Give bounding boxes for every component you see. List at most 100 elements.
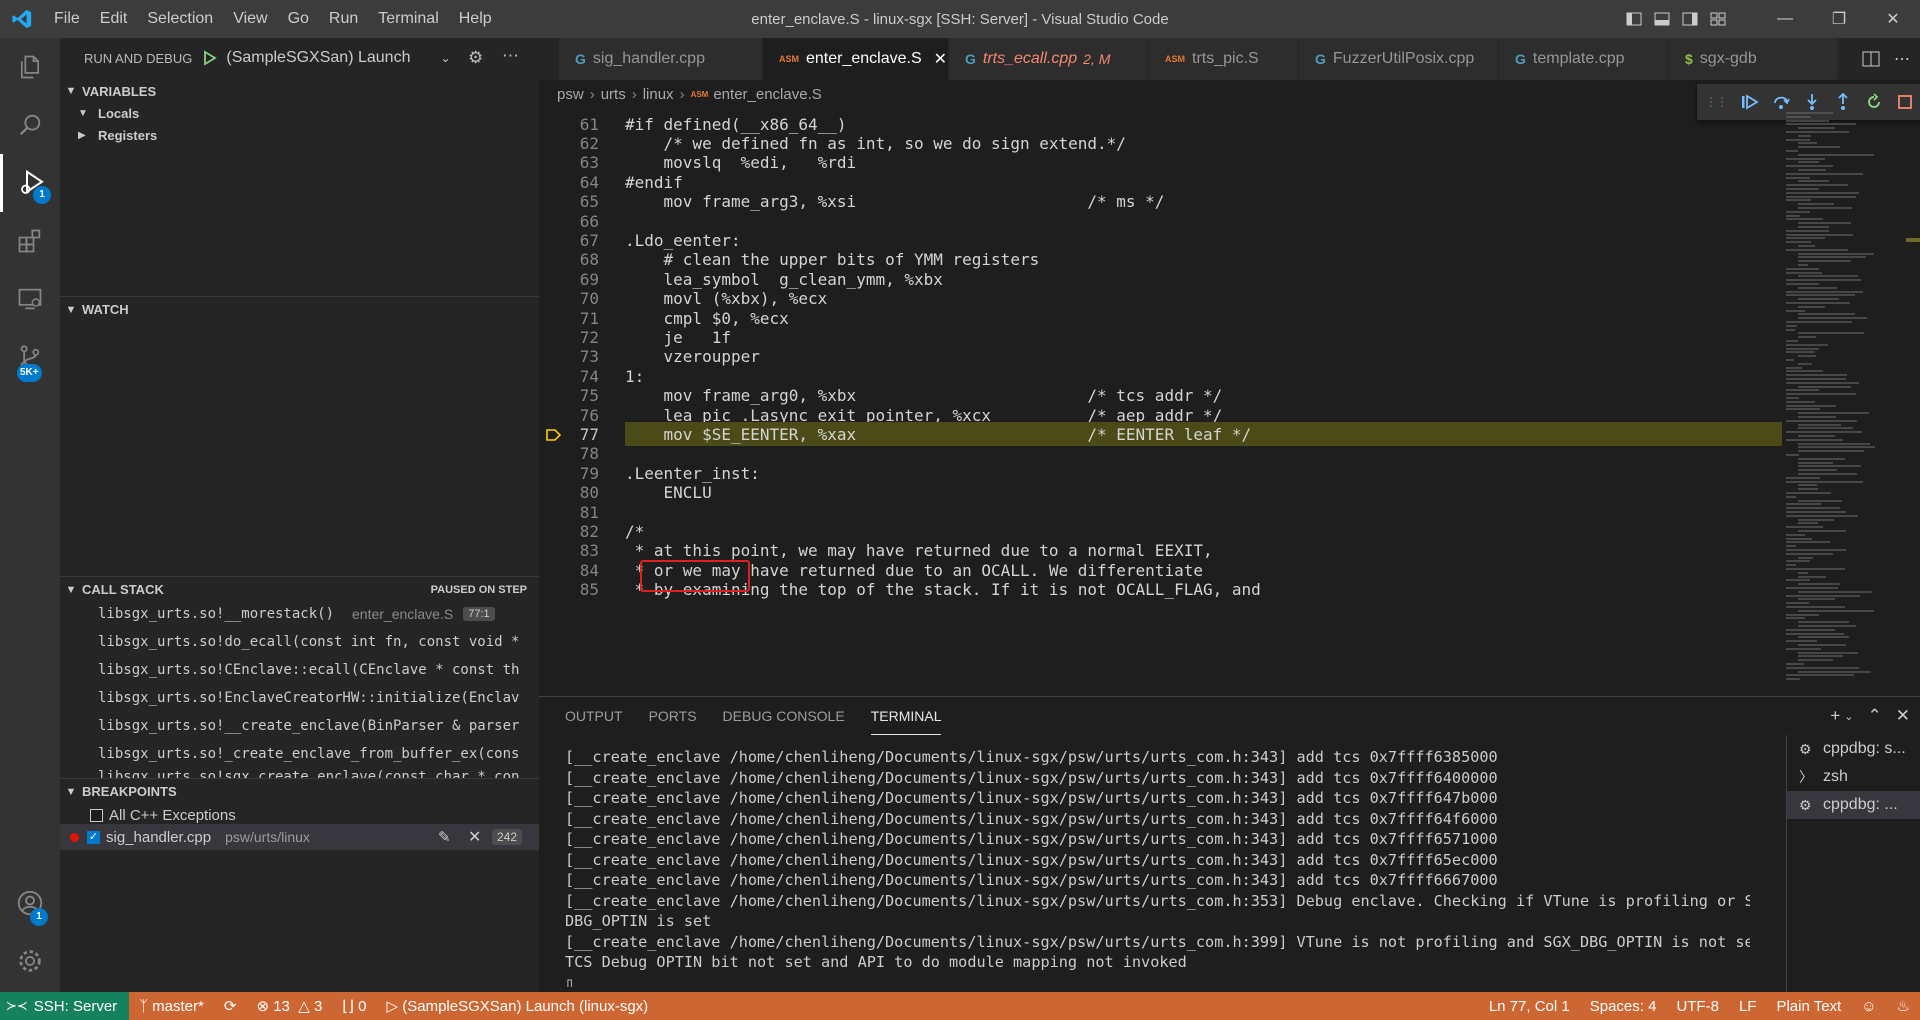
source-control-icon[interactable]: 5K+ — [0, 328, 60, 386]
call-stack-frame[interactable]: libsgx_urts.so!__create_enclave(BinParse… — [60, 712, 539, 740]
checkbox[interactable] — [90, 808, 103, 822]
notifications-bell-icon[interactable]: ♨ — [1887, 997, 1920, 1015]
encoding[interactable]: UTF-8 — [1666, 998, 1729, 1015]
remote-indicator[interactable]: ≻≺ SSH: Server — [0, 992, 130, 1020]
close-tab-icon[interactable]: ✕ — [934, 49, 947, 69]
call-stack-frame[interactable]: libsgx_urts.so!__morestack() enter_encla… — [60, 600, 539, 628]
breakpoints-title: BREAKPOINTS — [82, 784, 177, 799]
terminal-line: DBG_OPTIN is set — [565, 912, 712, 930]
call-stack-frame[interactable]: libsgx_urts.so!CEnclave::ecall(CEnclave … — [60, 656, 539, 684]
search-icon[interactable] — [0, 96, 60, 154]
tab-debug-console[interactable]: DEBUG CONSOLE — [723, 697, 845, 735]
tab-sgx-gdb[interactable]: $ sgx-gdb — [1669, 38, 1839, 80]
drag-handle-icon[interactable]: ⋮⋮ — [1705, 95, 1728, 109]
cursor-position[interactable]: Ln 77, Col 1 — [1479, 998, 1580, 1015]
call-stack-section-header[interactable]: ▼ CALL STACK PAUSED ON STEP — [60, 576, 539, 602]
toggle-secondary-sidebar-icon[interactable] — [1678, 0, 1702, 38]
edit-breakpoint-icon[interactable]: ✎ — [438, 828, 451, 846]
chevron-right-icon: › — [631, 85, 637, 103]
ports-indicator[interactable]: ⌊⌋ 0 — [332, 997, 376, 1016]
toggle-primary-sidebar-icon[interactable] — [1622, 0, 1646, 38]
accounts-icon[interactable]: 1 — [0, 874, 60, 932]
split-editor-icon[interactable] — [1862, 38, 1880, 80]
call-stack-frame[interactable]: libsgx_urts.so!EnclaveCreatorHW::initial… — [60, 684, 539, 712]
call-stack-frame[interactable]: libsgx_urts.so!sgx_create_enclave(const … — [60, 764, 539, 778]
debug-launch-indicator[interactable]: ▷ (SampleSGXSan) Launch (linux-sgx) — [377, 997, 659, 1016]
breadcrumb-item[interactable]: enter_enclave.S — [713, 86, 821, 103]
launch-config-select[interactable]: (SampleSGXSan) Launch ⌄ — [202, 49, 451, 67]
restore-icon[interactable]: ❐ — [1812, 0, 1866, 38]
start-debugging-icon[interactable] — [202, 50, 218, 66]
end-of-line[interactable]: LF — [1729, 998, 1767, 1015]
maximize-panel-icon[interactable]: ⌃ — [1868, 706, 1882, 726]
menu-file[interactable]: File — [44, 0, 90, 38]
breadcrumb-item[interactable]: psw — [557, 86, 584, 103]
minimap-line — [1798, 522, 1819, 525]
minimap-line — [1786, 374, 1847, 377]
breadcrumb-item[interactable]: linux — [643, 86, 674, 103]
minimize-icon[interactable]: — — [1758, 0, 1812, 38]
minimap[interactable] — [1782, 112, 1906, 692]
terminal-instance[interactable]: ⚙ cppdbg: ... — [1787, 791, 1920, 819]
language-mode[interactable]: Plain Text — [1766, 998, 1851, 1015]
breadcrumb-item[interactable]: urts — [601, 86, 626, 103]
more-actions-icon[interactable]: ⋯ — [502, 46, 519, 66]
tab-terminal[interactable]: TERMINAL — [870, 697, 942, 735]
explorer-icon[interactable] — [0, 38, 60, 96]
menu-selection[interactable]: Selection — [137, 0, 223, 38]
terminal-output[interactable]: [__create_enclave /home/chenliheng/Docum… — [565, 747, 1750, 987]
continue-icon[interactable] — [1735, 87, 1766, 117]
terminal-instance[interactable]: 〉 zsh — [1787, 763, 1920, 791]
gear-icon[interactable]: ⚙ — [468, 48, 483, 68]
editor-scrollbar[interactable] — [1906, 112, 1920, 692]
remote-explorer-icon[interactable] — [0, 270, 60, 328]
git-branch[interactable]: ᛉ master* — [129, 998, 214, 1015]
menu-help[interactable]: Help — [449, 0, 502, 38]
remove-breakpoint-icon[interactable]: ✕ — [468, 827, 481, 847]
minimap-line — [1786, 199, 1811, 202]
frame-file: enter_enclave.S — [352, 606, 454, 622]
terminal-instance-list: ⚙ cppdbg: s... 〉 zsh ⚙ cppdbg: ... — [1786, 735, 1920, 993]
call-stack-frame[interactable]: libsgx_urts.so!do_ecall(const int fn, co… — [60, 628, 539, 656]
run-and-debug-icon[interactable]: 1 — [0, 154, 60, 212]
menu-go[interactable]: Go — [278, 0, 319, 38]
tab-sig-handler[interactable]: Gsig_handler.cpp — [559, 38, 763, 80]
breakpoints-section-header[interactable]: ▼ BREAKPOINTS — [60, 778, 539, 804]
breakpoint-sig-handler[interactable]: ✓ sig_handler.cpp psw/urts/linux ✎ ✕ 242 — [60, 824, 539, 850]
menu-view[interactable]: View — [223, 0, 277, 38]
toggle-panel-icon[interactable] — [1650, 0, 1674, 38]
tab-enter-enclave[interactable]: ASM enter_enclave.S ✕ — [763, 38, 949, 80]
close-panel-icon[interactable]: ✕ — [1896, 706, 1910, 726]
sync-icon[interactable]: ⟳ — [214, 997, 247, 1015]
minimap-line — [1786, 210, 1810, 213]
menu-edit[interactable]: Edit — [90, 0, 138, 38]
menu-terminal[interactable]: Terminal — [368, 0, 448, 38]
indentation[interactable]: Spaces: 4 — [1580, 998, 1667, 1015]
terminal-instance[interactable]: ⚙ cppdbg: s... — [1787, 735, 1920, 763]
more-actions-icon[interactable]: ⋯ — [1894, 38, 1910, 80]
debug-launch-label: (SampleSGXSan) Launch (linux-sgx) — [402, 997, 649, 1015]
menu-run[interactable]: Run — [319, 0, 368, 38]
tab-output[interactable]: OUTPUT — [565, 697, 623, 735]
breakpoint-file: sig_handler.cpp — [106, 828, 212, 846]
tab-ports[interactable]: PORTS — [649, 697, 697, 735]
chevron-down-icon[interactable]: ⌄ — [1844, 710, 1853, 723]
close-icon[interactable]: ✕ — [1866, 0, 1920, 38]
code-editor[interactable]: 61 #if defined(__x86_64__) 62 /* we define… — [539, 112, 1782, 692]
manage-gear-icon[interactable] — [0, 932, 60, 990]
extensions-icon[interactable] — [0, 212, 60, 270]
checkbox-checked[interactable]: ✓ — [87, 830, 100, 844]
tab-trts-ecall[interactable]: Gtrts_ecall.cpp 2, M — [949, 38, 1149, 80]
watch-section-header[interactable]: ▼ WATCH — [60, 296, 539, 322]
customize-layout-icon[interactable] — [1706, 0, 1730, 38]
tab-trts-pic[interactable]: ASM trts_pic.S — [1149, 38, 1299, 80]
terminal-line: ▯ — [565, 973, 575, 988]
tab-fuzzer-util-posix[interactable]: G FuzzerUtilPosix.cpp — [1299, 38, 1499, 80]
tab-template[interactable]: Gtemplate.cpp — [1499, 38, 1669, 80]
warning-count: 3 — [313, 997, 323, 1015]
new-terminal-icon[interactable]: + — [1830, 706, 1840, 726]
variables-registers[interactable]: ▶ Registers — [60, 122, 157, 148]
problems-indicator[interactable]: ⊗ 13 △ 3 — [246, 997, 332, 1016]
chevron-down-icon[interactable]: ⌄ — [440, 51, 450, 65]
feedback-icon[interactable]: ☺ — [1851, 998, 1886, 1015]
